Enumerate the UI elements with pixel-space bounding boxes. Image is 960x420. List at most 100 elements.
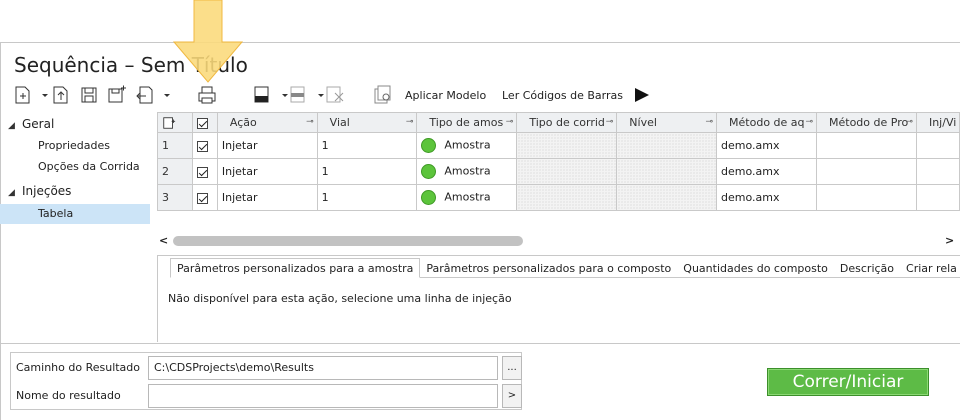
details-panel: Parâmetros personalizados para a amostra… xyxy=(157,255,960,342)
column-header-nivel[interactable]: Nível ⊸ xyxy=(616,112,718,133)
cell-vial[interactable]: 1 xyxy=(316,132,418,159)
cell-vial[interactable]: 1 xyxy=(316,184,418,211)
injection-grid: Ação ⊸ Vial ⊸ Tipo de amos ⊸ Tipo de corrid… xyxy=(157,112,960,211)
column-header-acao[interactable]: Ação ⊸ xyxy=(216,112,318,133)
cell-level xyxy=(616,184,718,211)
scrollbar-thumb[interactable] xyxy=(173,236,523,246)
column-header-metodo-pro[interactable]: Método de Pro ⊸ xyxy=(816,112,917,133)
table-row[interactable]: 2 Injetar 1 Amostra demo.amx xyxy=(157,158,960,185)
nav-group-injecoes[interactable]: ◢ Injeções xyxy=(0,181,150,201)
cell-method[interactable]: demo.amx xyxy=(716,158,817,185)
row-number[interactable]: 3 xyxy=(157,184,193,211)
pin-icon: ⊸ xyxy=(405,117,414,127)
result-name-next-button[interactable]: > xyxy=(502,384,522,408)
column-header-metodo-aq[interactable]: Método de aq ⊸ xyxy=(716,112,817,133)
row-checkbox[interactable] xyxy=(191,158,218,185)
result-name-field[interactable] xyxy=(148,384,498,408)
tab-compound-quantities[interactable]: Quantidades do composto xyxy=(677,259,834,279)
toolbar: Aplicar Modelo Ler Códigos de Barras xyxy=(12,84,952,108)
sidebar-item-opcoes-corrida[interactable]: Opções da Corrida xyxy=(0,157,150,177)
chevron-down-icon[interactable] xyxy=(274,84,288,106)
table-row[interactable]: 3 Injetar 1 Amostra demo.amx xyxy=(157,184,960,211)
row-checkbox[interactable] xyxy=(191,184,218,211)
delete-row-icon[interactable] xyxy=(288,84,310,106)
save-icon[interactable] xyxy=(78,84,100,106)
cell-method[interactable]: demo.amx xyxy=(716,132,817,159)
cell-inj-vial[interactable] xyxy=(915,158,960,185)
browse-button[interactable]: ... xyxy=(502,356,522,380)
cell-sample-type[interactable]: Amostra xyxy=(416,184,518,211)
sidebar-item-tabela[interactable]: Tabela xyxy=(0,204,150,224)
expand-triangle-icon[interactable]: ◢ xyxy=(8,183,22,203)
row-number[interactable]: 1 xyxy=(157,132,193,159)
column-header-tipo-amostra[interactable]: Tipo de amos ⊸ xyxy=(416,112,518,133)
cell-action[interactable]: Injetar xyxy=(216,158,318,185)
export-icon[interactable] xyxy=(134,84,156,106)
expand-triangle-icon[interactable]: ◢ xyxy=(8,116,22,136)
callout-arrow-icon xyxy=(172,0,244,84)
tab-create-report[interactable]: Criar rela xyxy=(900,259,960,279)
cell-sample-type[interactable]: Amostra xyxy=(416,158,518,185)
table-row[interactable]: 1 Injetar 1 Amostra demo.amx xyxy=(157,132,960,159)
run-start-button[interactable]: Correr/Iniciar xyxy=(767,368,929,396)
nav-group-geral[interactable]: ◢ Geral xyxy=(0,114,150,134)
pin-icon: ⊸ xyxy=(306,117,314,127)
cell-run-type xyxy=(516,132,618,159)
chevron-down-icon[interactable] xyxy=(34,84,48,106)
result-name-label: Nome do resultado xyxy=(16,389,121,402)
cell-inj-vial[interactable] xyxy=(915,184,960,211)
cell-action[interactable]: Injetar xyxy=(216,132,318,159)
row-selector-header-icon[interactable] xyxy=(157,112,193,133)
status-dot-icon xyxy=(421,164,437,179)
play-icon[interactable] xyxy=(632,84,654,106)
tab-description[interactable]: Descrição xyxy=(834,259,900,279)
details-tabs: Parâmetros personalizados para a amostra… xyxy=(170,258,960,278)
scroll-left-icon[interactable]: < xyxy=(159,234,168,247)
clear-rows-icon[interactable] xyxy=(324,84,346,106)
status-dot-icon xyxy=(421,190,437,205)
horizontal-scrollbar[interactable]: < > xyxy=(157,234,960,248)
cell-action[interactable]: Injetar xyxy=(216,184,318,211)
row-checkbox[interactable] xyxy=(191,132,218,159)
chevron-down-icon[interactable] xyxy=(310,84,324,106)
sidebar-nav: ◢ Geral Propriedades Opções da Corrida ◢ I… xyxy=(0,112,152,342)
sidebar-item-propriedades[interactable]: Propriedades xyxy=(0,136,150,156)
insert-row-icon[interactable] xyxy=(252,84,274,106)
cell-processing-method[interactable] xyxy=(816,184,917,211)
template-icon[interactable] xyxy=(372,84,394,106)
pin-icon: ⊸ xyxy=(905,117,913,127)
new-sequence-icon[interactable] xyxy=(12,84,34,106)
pin-icon: ⊸ xyxy=(705,117,714,127)
column-header-tipo-corrida[interactable]: Tipo de corrid ⊸ xyxy=(516,112,618,133)
select-all-checkbox[interactable] xyxy=(191,112,218,133)
pin-icon: ⊸ xyxy=(505,117,514,127)
apply-template-button[interactable]: Aplicar Modelo xyxy=(405,89,486,102)
pin-icon: ⊸ xyxy=(605,117,614,127)
cell-processing-method[interactable] xyxy=(816,132,917,159)
scroll-right-icon[interactable]: > xyxy=(945,234,954,247)
open-icon[interactable] xyxy=(50,84,72,106)
result-path-label: Caminho do Resultado xyxy=(16,361,141,374)
column-header-vial[interactable]: Vial ⊸ xyxy=(316,112,418,133)
cell-processing-method[interactable] xyxy=(816,158,917,185)
read-barcodes-button[interactable]: Ler Códigos de Barras xyxy=(502,89,623,102)
result-path-field[interactable]: C:\CDSProjects\demo\Results xyxy=(148,356,498,380)
tab-sample-params[interactable]: Parâmetros personalizados para a amostra xyxy=(170,258,421,278)
cell-inj-vial[interactable] xyxy=(915,132,960,159)
row-number[interactable]: 2 xyxy=(157,158,193,185)
cell-vial[interactable]: 1 xyxy=(316,158,418,185)
tab-compound-params[interactable]: Parâmetros personalizados para o compost… xyxy=(420,259,677,279)
cell-run-type xyxy=(516,158,618,185)
status-dot-icon xyxy=(421,138,437,153)
panel-message: Não disponível para esta ação, selecione… xyxy=(168,292,512,305)
cell-sample-type[interactable]: Amostra xyxy=(416,132,518,159)
cell-level xyxy=(616,132,718,159)
cell-method[interactable]: demo.amx xyxy=(716,184,817,211)
print-icon[interactable] xyxy=(196,84,218,106)
column-header-inj-vial[interactable]: Inj/Vi xyxy=(915,112,960,133)
cell-level xyxy=(616,158,718,185)
save-as-icon[interactable] xyxy=(106,84,128,106)
result-settings: Caminho do Resultado C:\CDSProjects\demo… xyxy=(10,352,522,410)
grid-header-row: Ação ⊸ Vial ⊸ Tipo de amos ⊸ Tipo de corrid… xyxy=(157,112,960,133)
chevron-down-icon[interactable] xyxy=(156,84,170,106)
